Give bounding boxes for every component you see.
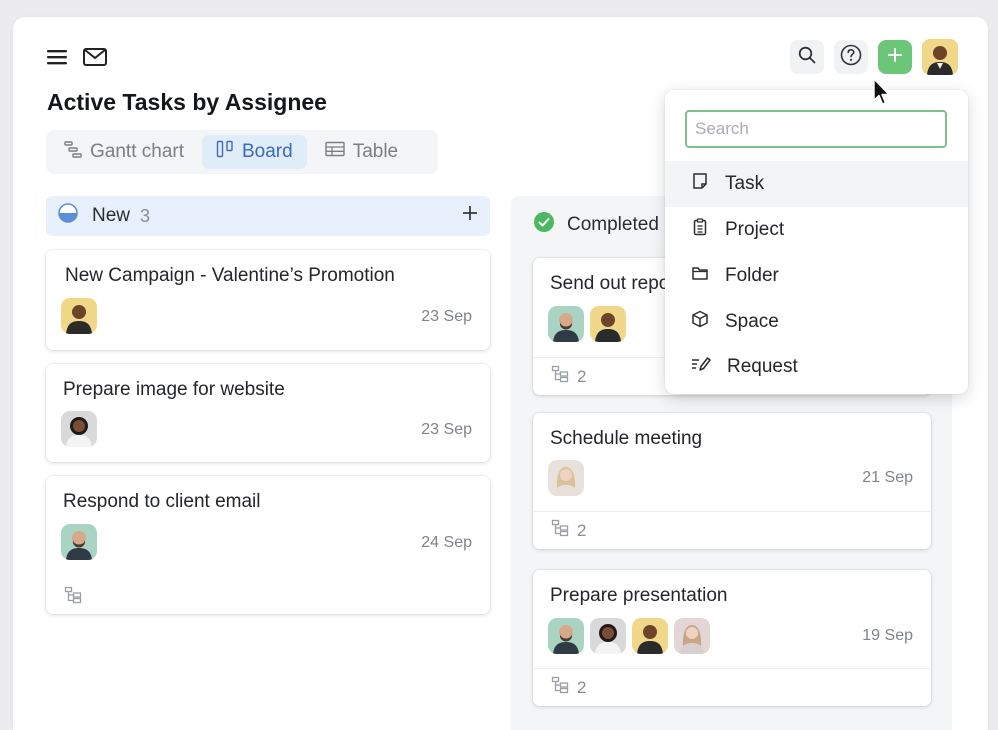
avatar xyxy=(674,618,710,654)
menu-item-task[interactable]: Task xyxy=(665,161,968,207)
completed-check-icon xyxy=(533,211,555,239)
menu-item-label: Project xyxy=(725,219,785,240)
add-task-icon[interactable] xyxy=(462,205,478,227)
task-title: Respond to client email xyxy=(63,491,261,512)
table-icon xyxy=(325,141,345,163)
task-card[interactable]: Prepare image for website 23 Sep xyxy=(46,364,490,462)
column-header-completed: Completed xyxy=(533,211,659,239)
column-title: Completed xyxy=(567,214,659,235)
app-window: Active Tasks by Assignee Gantt chart Boa… xyxy=(13,17,988,730)
task-title: New Campaign - Valentine’s Promotion xyxy=(65,265,395,286)
tab-label: Gantt chart xyxy=(90,141,184,162)
column-header-new: New 3 xyxy=(46,196,490,236)
tab-table[interactable]: Table xyxy=(311,135,412,169)
assignee-avatars xyxy=(61,524,97,560)
space-icon xyxy=(691,310,709,334)
menu-item-project[interactable]: Project xyxy=(665,207,968,253)
create-menu-search-input[interactable] xyxy=(685,110,947,148)
help-button[interactable] xyxy=(834,40,868,74)
menu-item-space[interactable]: Space xyxy=(665,299,968,345)
task-card[interactable]: Respond to client email 24 Sep xyxy=(46,476,490,614)
column-new: New 3 New Campaign - Valentine’s Promoti… xyxy=(46,196,490,614)
menu-item-folder[interactable]: Folder xyxy=(665,253,968,299)
task-date: 23 Sep xyxy=(421,308,472,325)
subtasks-footer[interactable]: 2 xyxy=(533,511,931,549)
board-icon xyxy=(216,140,234,164)
task-icon xyxy=(691,172,709,196)
gantt-icon xyxy=(64,140,82,164)
folder-icon xyxy=(691,264,709,288)
menu-item-label: Space xyxy=(725,311,779,332)
avatar xyxy=(632,618,668,654)
subtask-count: 2 xyxy=(577,677,587,697)
task-date: 24 Sep xyxy=(421,534,472,551)
tab-label: Table xyxy=(352,141,399,162)
mail-icon[interactable] xyxy=(83,45,107,69)
subtask-icon xyxy=(64,586,82,609)
column-title: New xyxy=(92,205,131,226)
task-title: Prepare presentation xyxy=(550,585,728,606)
task-card[interactable]: New Campaign - Valentine’s Promotion 23 … xyxy=(46,250,490,350)
topbar-left xyxy=(45,45,107,69)
project-icon xyxy=(691,218,709,242)
column-count: 3 xyxy=(140,205,151,226)
create-button[interactable] xyxy=(878,40,912,74)
menu-item-label: Folder xyxy=(725,265,779,286)
avatar xyxy=(590,306,626,342)
assignee-avatars xyxy=(548,618,710,654)
plus-icon xyxy=(887,47,903,68)
assignee-avatars xyxy=(548,460,584,496)
mouse-cursor-icon xyxy=(872,78,892,113)
create-menu: Task Project Folder Space Request xyxy=(665,90,968,394)
task-date: 21 Sep xyxy=(862,469,913,486)
hamburger-menu-icon[interactable] xyxy=(45,45,69,69)
search-button[interactable] xyxy=(790,40,824,74)
avatar xyxy=(548,460,584,496)
avatar xyxy=(61,298,97,334)
search-icon xyxy=(798,46,816,69)
subtasks-footer[interactable]: 2 xyxy=(533,668,931,706)
avatar xyxy=(590,618,626,654)
view-switcher: Gantt chart Board Table xyxy=(46,130,438,174)
task-card[interactable]: Prepare presentation 19 Sep 2 xyxy=(533,570,931,706)
tab-label: Board xyxy=(242,141,293,162)
page-title: Active Tasks by Assignee xyxy=(47,89,327,115)
task-title: Send out report xyxy=(550,273,681,294)
subtask-count: 2 xyxy=(577,520,587,540)
user-avatar[interactable] xyxy=(922,39,958,75)
assignee-avatars xyxy=(61,298,97,334)
subtask-icon xyxy=(551,519,569,542)
menu-item-label: Request xyxy=(727,356,798,377)
avatar xyxy=(61,524,97,560)
subtask-count: 2 xyxy=(577,366,587,386)
tab-gantt-chart[interactable]: Gantt chart xyxy=(50,135,198,169)
request-icon xyxy=(691,355,711,379)
task-date: 19 Sep xyxy=(862,627,913,644)
subtask-icon xyxy=(551,676,569,699)
menu-item-request[interactable]: Request xyxy=(665,344,968,390)
avatar xyxy=(548,618,584,654)
tab-board[interactable]: Board xyxy=(202,135,307,169)
avatar xyxy=(61,411,97,447)
topbar-right xyxy=(790,39,958,75)
assignee-avatars xyxy=(548,306,626,342)
status-new-icon xyxy=(58,203,78,229)
subtask-icon xyxy=(551,365,569,388)
task-card[interactable]: Schedule meeting 21 Sep 2 xyxy=(533,413,931,549)
menu-item-label: Task xyxy=(725,173,765,194)
task-title: Prepare image for website xyxy=(63,379,285,400)
task-title: Schedule meeting xyxy=(550,428,703,449)
task-date: 23 Sep xyxy=(421,421,472,438)
avatar xyxy=(548,306,584,342)
assignee-avatars xyxy=(61,411,97,447)
help-icon xyxy=(840,44,862,71)
